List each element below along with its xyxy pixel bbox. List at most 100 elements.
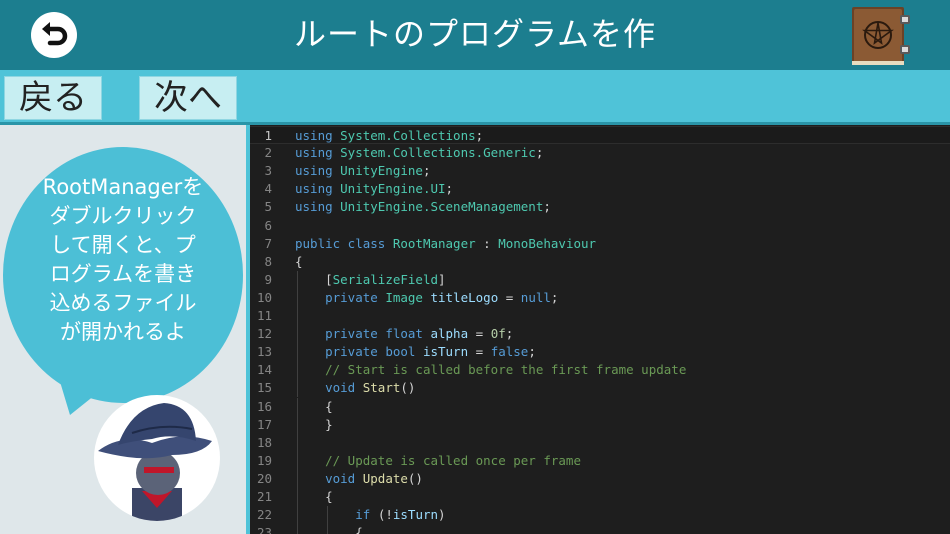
code-text: private float alpha = 0f; bbox=[325, 325, 513, 343]
undo-arrow-icon bbox=[42, 22, 68, 46]
code-token: MonoBehaviour bbox=[498, 235, 597, 251]
nav-toolbar: 戻る 次へ bbox=[0, 70, 950, 122]
code-line[interactable]: 3 using UnityEngine; bbox=[250, 162, 950, 180]
hint-line: して開くと、プ bbox=[50, 233, 196, 257]
indent-guide bbox=[327, 506, 329, 525]
code-text: void Start() bbox=[325, 379, 415, 397]
indent-guide bbox=[297, 451, 298, 470]
code-line[interactable]: 2 using System.Collections.Generic; bbox=[250, 144, 950, 162]
code-text: using System.Collections; bbox=[295, 127, 483, 145]
code-editor[interactable]: 1 using System.Collections; 2 using System.… bbox=[250, 125, 950, 534]
hint-line: 込めるファイル bbox=[49, 291, 197, 315]
code-token: System.Collections.Generic bbox=[340, 145, 536, 161]
code-token: 0f bbox=[490, 326, 506, 342]
code-token: } bbox=[325, 416, 333, 432]
code-text: using UnityEngine.UI; bbox=[295, 180, 453, 198]
character-avatar bbox=[92, 393, 222, 523]
code-line[interactable]: 8{ bbox=[250, 253, 950, 271]
indent-guide bbox=[297, 288, 298, 307]
code-text: [SerializeField] bbox=[325, 271, 445, 289]
code-token: UnityEngine.UI bbox=[340, 181, 446, 197]
code-token: ) bbox=[438, 507, 446, 523]
code-line[interactable]: 6 bbox=[250, 217, 950, 235]
code-token: { bbox=[355, 525, 363, 534]
wizard-character-icon bbox=[94, 395, 220, 521]
header-bar: ルートのプログラムを作 bbox=[0, 0, 950, 70]
code-text: } bbox=[325, 416, 333, 434]
code-token: private float bbox=[325, 326, 431, 342]
code-token: { bbox=[295, 253, 303, 269]
line-number: 20 bbox=[256, 470, 272, 486]
indent-guide bbox=[297, 415, 298, 434]
code-token: = bbox=[498, 289, 521, 305]
code-token: SerializeField bbox=[332, 271, 438, 287]
back-button[interactable] bbox=[31, 12, 77, 58]
line-number: 9 bbox=[264, 271, 272, 287]
line-number: 17 bbox=[256, 416, 272, 432]
code-line[interactable]: 9 [SerializeField] bbox=[250, 270, 950, 289]
line-number: 15 bbox=[256, 380, 272, 396]
code-text: { bbox=[295, 253, 303, 271]
code-line[interactable]: 13 private bool isTurn = false; bbox=[250, 343, 950, 362]
code-line[interactable]: 12 private float alpha = 0f; bbox=[250, 325, 950, 344]
code-token: null bbox=[520, 289, 551, 305]
code-text: using UnityEngine; bbox=[295, 162, 430, 180]
code-token: ; bbox=[422, 163, 431, 179]
indent-guide bbox=[297, 270, 298, 289]
back-step-button[interactable]: 戻る bbox=[4, 76, 102, 120]
code-line[interactable]: 15 void Start() bbox=[250, 379, 950, 398]
code-token: public class bbox=[295, 235, 393, 251]
line-number: 5 bbox=[264, 199, 272, 215]
code-token: using bbox=[295, 145, 341, 161]
code-line[interactable]: 16 { bbox=[250, 397, 950, 416]
code-line[interactable]: 4 using UnityEngine.UI; bbox=[250, 180, 950, 198]
code-text: // Update is called once per frame bbox=[325, 452, 581, 470]
code-text: // Start is called before the first fram… bbox=[325, 361, 686, 379]
code-line[interactable]: 10 private Image titleLogo = null; bbox=[250, 288, 950, 307]
code-token: RootManager bbox=[392, 235, 476, 251]
code-token: System.Collections bbox=[340, 128, 476, 143]
code-line[interactable]: 5 using UnityEngine.SceneManagement; bbox=[250, 198, 950, 216]
line-number: 22 bbox=[256, 507, 272, 523]
code-token: () bbox=[407, 470, 423, 486]
code-line[interactable]: 21 { bbox=[250, 488, 950, 506]
code-token: Update bbox=[362, 470, 408, 486]
code-line[interactable]: 19 // Update is called once per frame bbox=[250, 451, 950, 470]
line-number: 19 bbox=[256, 452, 272, 468]
hint-panel: RootManagerを ダブルクリック して開くと、プ ログラムを書き 込める… bbox=[0, 125, 246, 534]
indent-guide bbox=[297, 379, 298, 398]
code-token: // Update is called once per frame bbox=[325, 452, 581, 468]
line-number: 10 bbox=[256, 289, 272, 305]
next-step-button[interactable]: 次へ bbox=[139, 76, 237, 120]
line-number: 4 bbox=[264, 181, 272, 197]
code-token: isTurn bbox=[422, 344, 469, 360]
code-line[interactable]: 18 bbox=[250, 433, 950, 452]
code-token: private bbox=[325, 289, 386, 305]
code-text: void Update() bbox=[325, 470, 423, 488]
code-line[interactable]: 23 { bbox=[250, 524, 950, 534]
line-number: 7 bbox=[264, 235, 272, 251]
line-number: 1 bbox=[264, 128, 272, 143]
code-token: { bbox=[325, 489, 333, 504]
code-text: { bbox=[325, 488, 333, 506]
code-line[interactable]: 14 // Start is called before the first fr… bbox=[250, 361, 950, 380]
code-line[interactable]: 11 bbox=[250, 307, 950, 325]
code-line[interactable]: 7 public class RootManager : MonoBehaviou… bbox=[250, 235, 950, 253]
spellbook-button[interactable] bbox=[850, 5, 912, 67]
code-text: { bbox=[325, 398, 333, 416]
hint-text: RootManagerを ダブルクリック して開くと、プ ログラムを書き 込める… bbox=[22, 173, 224, 347]
code-text: { bbox=[355, 524, 363, 534]
code-line[interactable]: 17} bbox=[250, 415, 950, 434]
code-token: ] bbox=[438, 271, 446, 287]
indent-guide bbox=[297, 488, 298, 506]
indent-guide bbox=[327, 524, 329, 534]
code-token: titleLogo bbox=[430, 289, 499, 305]
line-number: 12 bbox=[256, 326, 272, 342]
code-line[interactable]: 1 using System.Collections; bbox=[250, 126, 950, 144]
code-line[interactable]: 22 if (!isTurn) bbox=[250, 506, 950, 525]
line-number: 18 bbox=[256, 434, 272, 450]
code-token: ; bbox=[475, 128, 484, 143]
code-line[interactable]: 20 void Update() bbox=[250, 469, 950, 488]
code-token: using bbox=[295, 163, 341, 179]
code-token: { bbox=[325, 398, 333, 414]
